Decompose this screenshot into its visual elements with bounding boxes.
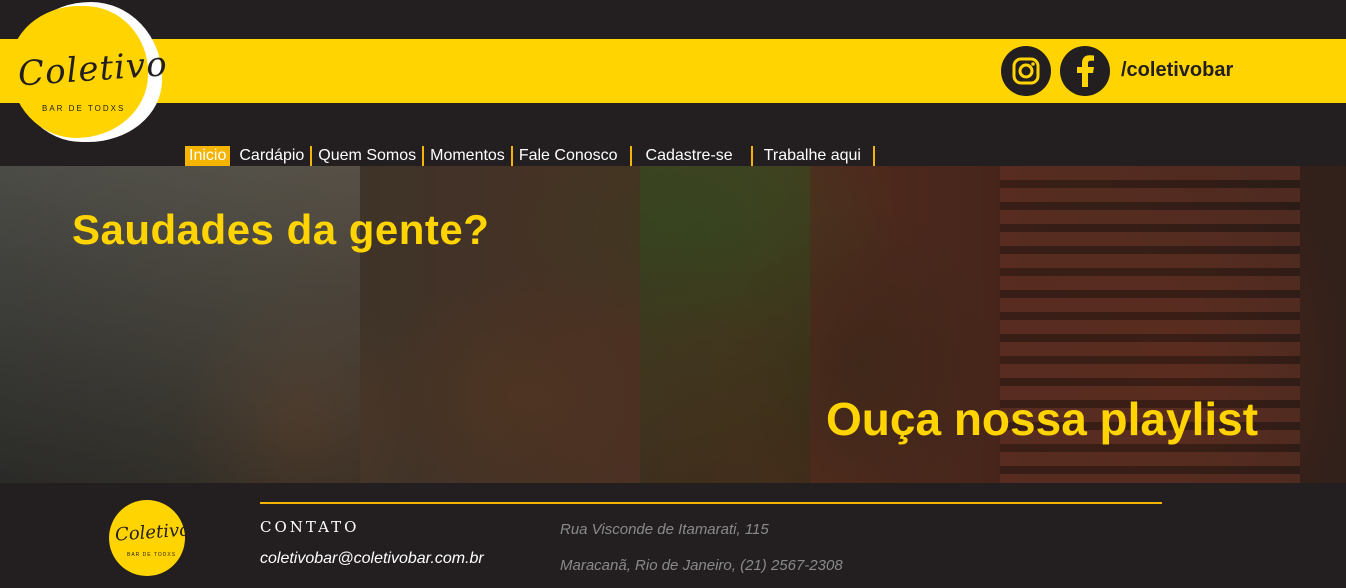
footer-logo-wordmark: Coletivo: [114, 519, 191, 546]
nav-item-cadastre-se[interactable]: Cadastre-se: [632, 146, 753, 166]
logo-subtitle: BAR DE TODXS: [42, 104, 126, 113]
main-nav: Inicio Cardápio Quem Somos Momentos Fale…: [185, 146, 875, 166]
nav-item-inicio[interactable]: Inicio: [185, 146, 231, 166]
contact-heading: CONTATO: [260, 518, 360, 536]
nav-item-trabalhe-aqui[interactable]: Trabalhe aqui: [753, 146, 875, 166]
footer-logo[interactable]: Coletivo BAR DE TODXS: [109, 500, 191, 576]
nav-item-fale-conosco[interactable]: Fale Conosco: [513, 146, 632, 166]
instagram-icon[interactable]: [1001, 46, 1051, 96]
hero-banner: Saudades da gente? Ouça nossa playlist: [0, 166, 1346, 483]
nav-item-cardapio[interactable]: Cardápio: [233, 146, 313, 166]
contact-email-link[interactable]: coletivobar@coletivobar.com.br: [260, 550, 484, 568]
address-line-2: Maracanã, Rio de Janeiro, (21) 2567-2308: [560, 557, 843, 574]
nav-item-quem-somos[interactable]: Quem Somos: [312, 146, 425, 166]
playlist-link[interactable]: Ouça nossa playlist: [826, 392, 1258, 446]
header-logo[interactable]: Coletivo BAR DE TODXS: [8, 2, 169, 144]
page: Coletivo BAR DE TODXS /coletivobar Inici…: [0, 0, 1346, 588]
address-line-1: Rua Visconde de Itamarati, 115: [560, 521, 769, 538]
hero-headline: Saudades da gente?: [72, 206, 490, 253]
footer-logo-subtitle: BAR DE TODXS: [127, 552, 177, 558]
footer-divider: [260, 502, 1162, 504]
facebook-icon[interactable]: [1060, 46, 1110, 96]
social-handle[interactable]: /coletivobar: [1121, 59, 1233, 82]
nav-item-momentos[interactable]: Momentos: [424, 146, 513, 166]
